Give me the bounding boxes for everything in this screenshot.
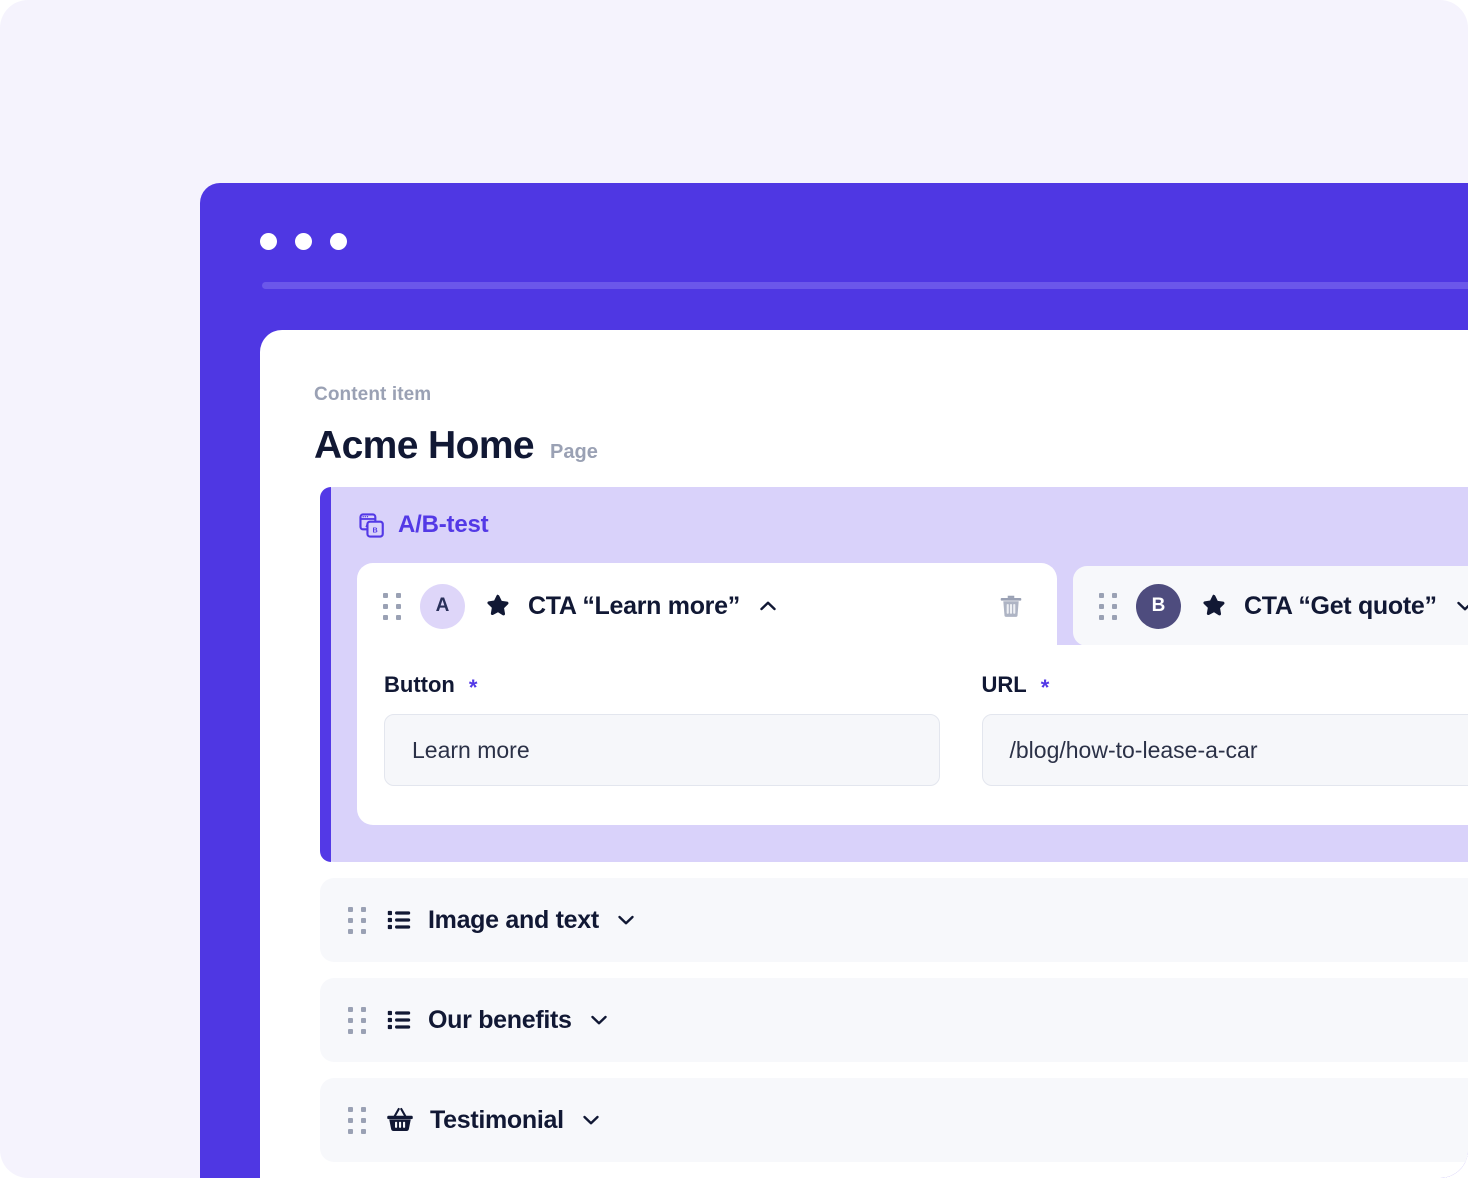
chevron-down-icon[interactable] (579, 1108, 603, 1132)
star-icon (484, 592, 512, 620)
address-bar[interactable] (262, 282, 1468, 289)
field-button-label-row: Button * (384, 672, 940, 700)
ab-test-icon: A B (358, 512, 385, 539)
required-asterisk: * (1040, 675, 1050, 700)
ab-test-accent-bar (320, 487, 331, 862)
variant-a-left: A CTA “Learn more” (383, 583, 780, 629)
title-row: Acme Home Page (314, 424, 1468, 468)
variant-badge-a: A (420, 583, 465, 629)
component-row-image-and-text[interactable]: Image and text (320, 878, 1468, 962)
field-url-label-row: URL * (981, 672, 1468, 700)
field-url: URL * /blog/how-to-lease-a-car (981, 672, 1468, 825)
variant-badge-b: B (1136, 583, 1181, 629)
drag-handle-icon[interactable] (1099, 592, 1117, 620)
variant-tabs: A CTA “Learn more” B CTA “Get quote” (357, 563, 1468, 649)
maximize-dot[interactable] (330, 233, 347, 250)
variant-a-name: CTA “Learn more” (528, 591, 740, 620)
button-text-input[interactable]: Learn more (384, 714, 940, 786)
variant-a-title: CTA “Learn more” (484, 592, 780, 621)
delete-variant-a-button[interactable] (997, 592, 1025, 620)
field-button-label: Button (384, 672, 455, 697)
variant-b-title: CTA “Get quote” (1200, 592, 1468, 621)
ab-test-header: A B A/B-test (358, 511, 489, 539)
drag-handle-icon[interactable] (348, 906, 366, 934)
required-asterisk: * (468, 675, 478, 700)
page-root: Content item Acme Home Page A (0, 0, 1468, 1178)
app-surface: Content item Acme Home Page A (260, 330, 1468, 1178)
component-row-testimonial[interactable]: Testimonial (320, 1078, 1468, 1162)
breadcrumb: Content item (314, 384, 432, 405)
variant-b-name: CTA “Get quote” (1244, 591, 1437, 620)
page-subtype: Page (550, 441, 598, 463)
component-title-our-benefits: Our benefits (385, 1006, 611, 1035)
drag-handle-icon[interactable] (348, 1006, 366, 1034)
close-dot[interactable] (260, 233, 277, 250)
star-icon (1200, 592, 1228, 620)
chevron-down-icon[interactable] (587, 1008, 611, 1032)
list-icon (385, 906, 413, 934)
drag-handle-icon[interactable] (348, 1106, 366, 1134)
variant-a-body: Button * Learn more URL * /blog/how-to-l… (357, 645, 1468, 825)
ab-test-panel: A B A/B-test A (320, 487, 1468, 862)
component-name: Image and text (428, 905, 599, 934)
chevron-down-icon[interactable] (1453, 594, 1468, 618)
page-title: Acme Home (314, 424, 535, 467)
component-title-testimonial: Testimonial (385, 1105, 603, 1135)
field-url-label: URL (981, 672, 1027, 697)
component-title-image-and-text: Image and text (385, 906, 638, 935)
variant-tab-b[interactable]: B CTA “Get quote” (1073, 566, 1468, 646)
traffic-lights (260, 233, 347, 250)
ab-test-label: A/B-test (398, 511, 489, 538)
url-text-input[interactable]: /blog/how-to-lease-a-car (981, 714, 1468, 786)
chevron-down-icon[interactable] (614, 908, 638, 932)
field-button: Button * Learn more (384, 672, 940, 825)
variant-tab-a[interactable]: A CTA “Learn more” (357, 563, 1057, 649)
basket-icon (385, 1105, 415, 1135)
chevron-up-icon[interactable] (756, 594, 780, 618)
variant-b-left: B CTA “Get quote” (1099, 583, 1468, 629)
component-name: Our benefits (428, 1005, 572, 1034)
list-icon (385, 1006, 413, 1034)
component-row-our-benefits[interactable]: Our benefits (320, 978, 1468, 1062)
svg-text:B: B (372, 525, 377, 534)
minimize-dot[interactable] (295, 233, 312, 250)
drag-handle-icon[interactable] (383, 592, 401, 620)
component-name: Testimonial (430, 1105, 564, 1134)
